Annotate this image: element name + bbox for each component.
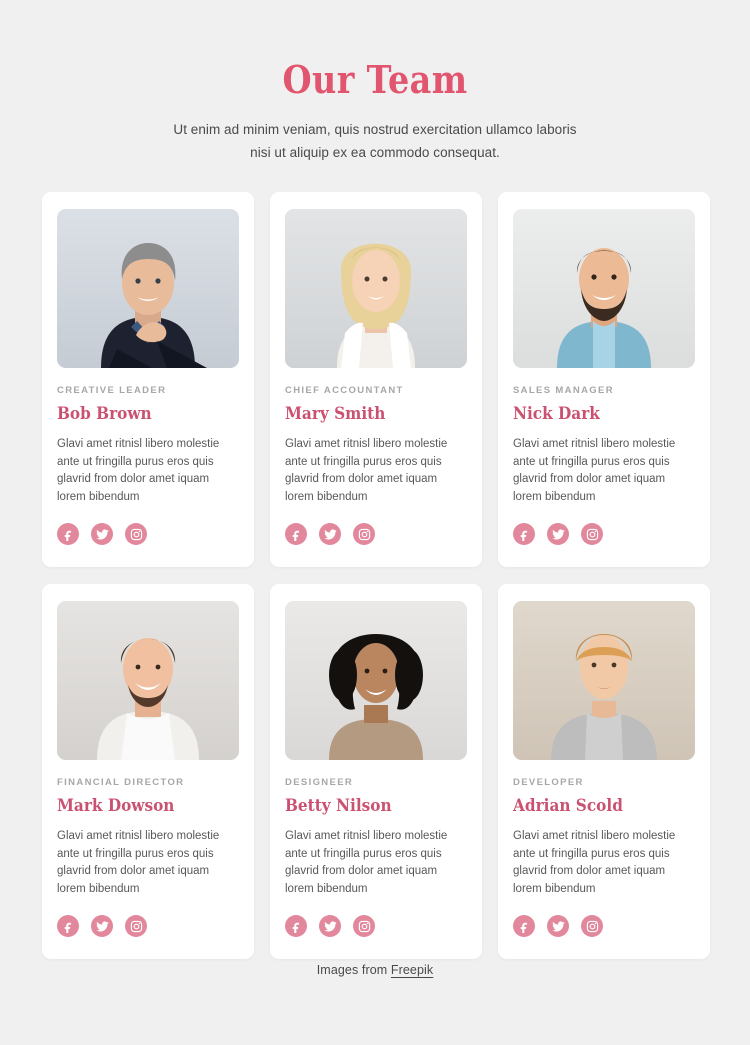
team-member-card[interactable]: SALES MANAGER Nick Dark Glavi amet ritni…: [498, 192, 710, 567]
twitter-icon[interactable]: [319, 915, 341, 937]
member-name: Bob Brown: [57, 404, 152, 424]
team-member-card[interactable]: DEVELOPER Adrian Scold Glavi amet ritnis…: [498, 584, 710, 959]
subtitle-line-1: Ut enim ad minim veniam, quis nostrud ex…: [173, 122, 577, 137]
image-credit: Images from Freepik: [0, 963, 750, 977]
portrait-illustration: [57, 209, 239, 368]
instagram-icon[interactable]: [581, 523, 603, 545]
member-role: DEVELOPER: [513, 777, 584, 788]
team-member-card[interactable]: FINANCIAL DIRECTOR Mark Dowson Glavi ame…: [42, 584, 254, 959]
team-member-card[interactable]: CHIEF ACCOUNTANT Mary Smith Glavi amet r…: [270, 192, 482, 567]
facebook-icon[interactable]: [285, 523, 307, 545]
member-bio: Glavi amet ritnisl libero molestie ante …: [513, 438, 676, 503]
team-grid: CREATIVE LEADER Bob Brown Glavi amet rit…: [42, 192, 710, 959]
member-photo: [57, 601, 239, 760]
member-role: SALES MANAGER: [513, 385, 614, 396]
page-header: Our Team Ut enim ad minim veniam, quis n…: [0, 0, 750, 164]
member-bio: Glavi amet ritnisl libero molestie ante …: [285, 438, 448, 503]
member-role: CHIEF ACCOUNTANT: [285, 385, 404, 396]
member-role: FINANCIAL DIRECTOR: [57, 777, 185, 788]
member-socials: [285, 523, 467, 545]
member-name: Mark Dowson: [57, 796, 175, 816]
instagram-icon[interactable]: [353, 915, 375, 937]
team-member-card[interactable]: CREATIVE LEADER Bob Brown Glavi amet rit…: [42, 192, 254, 567]
member-name: Mary Smith: [285, 404, 386, 424]
subtitle-line-2: nisi ut aliquip ex ea commodo consequat.: [250, 145, 500, 160]
facebook-icon[interactable]: [57, 915, 79, 937]
member-socials: [57, 915, 239, 937]
member-socials: [285, 915, 467, 937]
facebook-icon[interactable]: [513, 523, 535, 545]
instagram-icon[interactable]: [125, 523, 147, 545]
member-role: CREATIVE LEADER: [57, 385, 167, 396]
portrait-illustration: [513, 601, 695, 760]
twitter-icon[interactable]: [547, 523, 569, 545]
member-socials: [57, 523, 239, 545]
image-credit-prefix: Images from: [316, 963, 391, 977]
instagram-icon[interactable]: [581, 915, 603, 937]
twitter-icon[interactable]: [547, 915, 569, 937]
facebook-icon[interactable]: [285, 915, 307, 937]
facebook-icon[interactable]: [513, 915, 535, 937]
portrait-illustration: [285, 209, 467, 368]
member-photo: [513, 601, 695, 760]
member-photo: [57, 209, 239, 368]
freepik-link[interactable]: Freepik: [391, 963, 433, 977]
page-title: Our Team: [282, 57, 468, 102]
member-name: Adrian Scold: [513, 796, 623, 816]
member-socials: [513, 915, 695, 937]
member-bio: Glavi amet ritnisl libero molestie ante …: [285, 830, 448, 895]
twitter-icon[interactable]: [319, 523, 341, 545]
team-page: Our Team Ut enim ad minim veniam, quis n…: [0, 0, 750, 1045]
member-bio: Glavi amet ritnisl libero molestie ante …: [513, 830, 676, 895]
member-bio: Glavi amet ritnisl libero molestie ante …: [57, 438, 220, 503]
team-member-card[interactable]: DESIGNEER Betty Nilson Glavi amet ritnis…: [270, 584, 482, 959]
member-photo: [513, 209, 695, 368]
member-name: Betty Nilson: [285, 796, 392, 816]
twitter-icon[interactable]: [91, 915, 113, 937]
member-role: DESIGNEER: [285, 777, 354, 788]
instagram-icon[interactable]: [125, 915, 147, 937]
portrait-illustration: [57, 601, 239, 760]
member-name: Nick Dark: [513, 404, 600, 424]
member-socials: [513, 523, 695, 545]
member-photo: [285, 209, 467, 368]
twitter-icon[interactable]: [91, 523, 113, 545]
facebook-icon[interactable]: [57, 523, 79, 545]
member-photo: [285, 601, 467, 760]
page-subtitle: Ut enim ad minim veniam, quis nostrud ex…: [155, 118, 595, 164]
member-bio: Glavi amet ritnisl libero molestie ante …: [57, 830, 220, 895]
instagram-icon[interactable]: [353, 523, 375, 545]
portrait-illustration: [513, 209, 695, 368]
portrait-illustration: [285, 601, 467, 760]
